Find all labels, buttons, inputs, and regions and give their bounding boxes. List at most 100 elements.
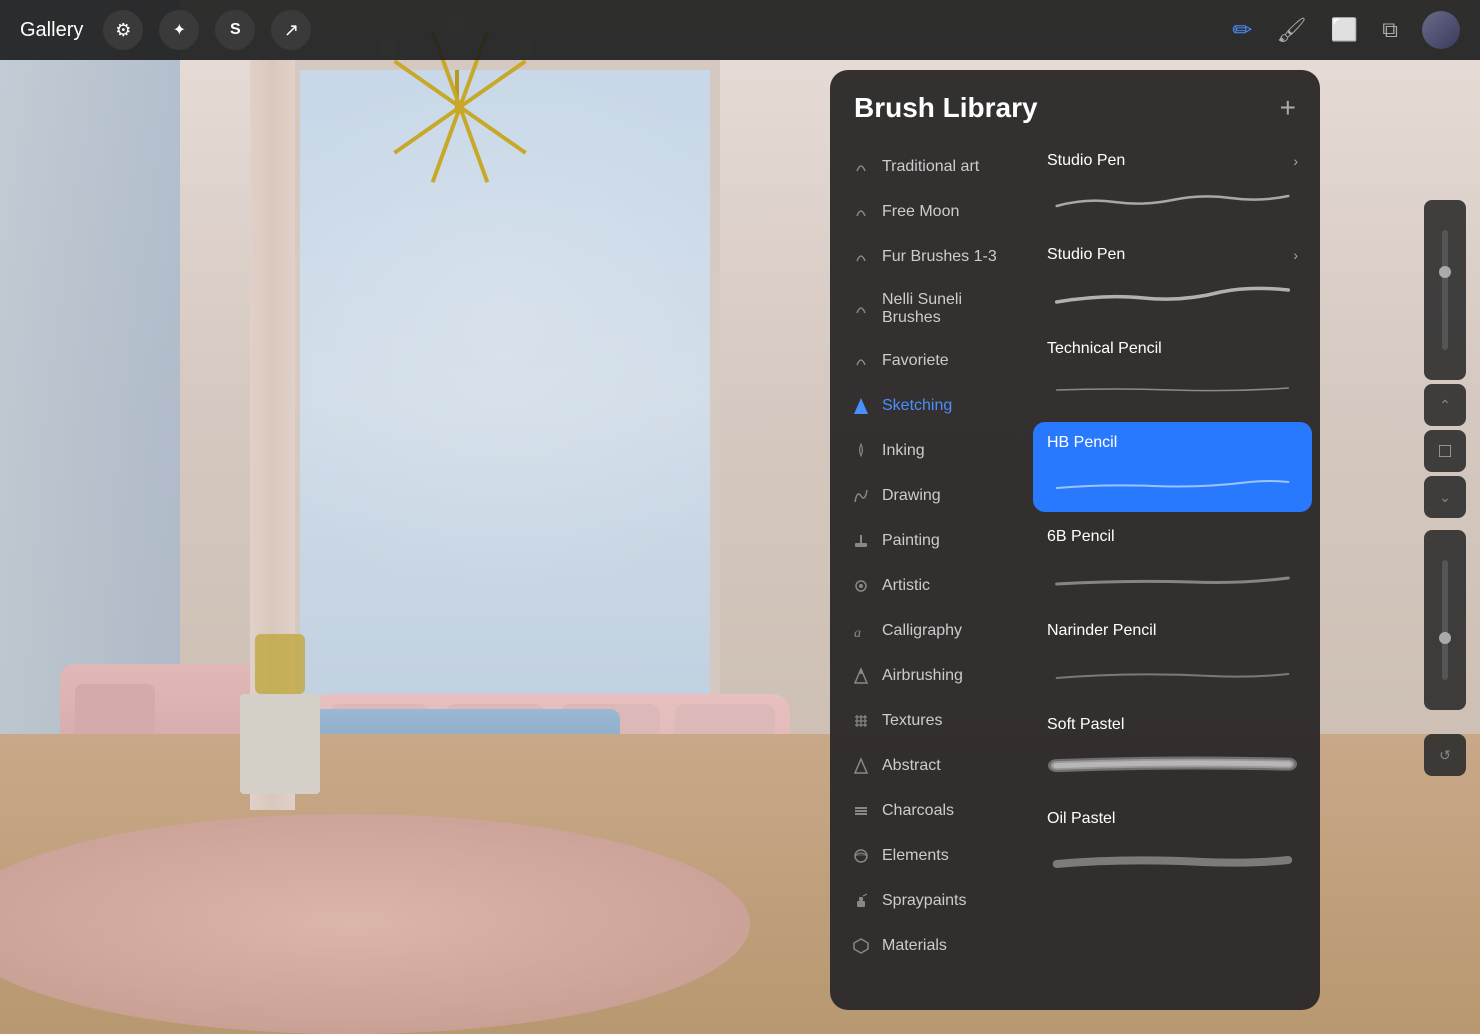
brush-chevron-2: › [1293,247,1298,263]
category-fur-brushes[interactable]: Fur Brushes 1-3 [836,235,1019,279]
category-artistic[interactable]: Artistic [836,564,1019,608]
right-tools: ✏ 🖌 ⬜ ⧉ [1232,11,1460,49]
right-sidebar: ⌃ □ ⌄ ↺ [1420,200,1470,776]
category-airbrushing-label: Airbrushing [882,667,963,685]
wrench-button[interactable]: ⚙ [103,10,143,50]
brush-panel-body: Traditional art Free Moon Fur Brushes 1-… [830,140,1320,1010]
brush-stroke-studio-pen-1 [1047,178,1298,218]
category-free-moon[interactable]: Free Moon [836,190,1019,234]
brush-stroke-soft-pastel [1047,742,1298,782]
topbar: Gallery ⚙ ✦ S ↗ ✏ 🖌 ⬜ ⧉ [0,0,1480,60]
abstract-icon [850,755,872,777]
avatar[interactable] [1422,11,1460,49]
up-arrow-icon: ⌃ [1439,397,1451,414]
brush-name-soft-pastel: Soft Pastel [1047,716,1124,734]
category-free-moon-label: Free Moon [882,203,959,221]
arrow-icon: ↗ [284,20,299,41]
layers-tool-button[interactable]: ⧉ [1382,17,1398,43]
category-spraypaints[interactable]: Spraypaints [836,879,1019,923]
brush-item-oil-pastel[interactable]: Oil Pastel [1033,798,1312,888]
brush-library-panel: Brush Library + Traditional art Free Moo… [830,70,1320,1010]
category-calligraphy[interactable]: a Calligraphy [836,609,1019,653]
category-abstract[interactable]: Abstract [836,744,1019,788]
brush-name-oil-pastel: Oil Pastel [1047,810,1115,828]
brush-stroke-technical-pencil [1047,366,1298,406]
category-fur-brushes-label: Fur Brushes 1-3 [882,248,997,266]
opacity-slider-thumb [1439,632,1451,644]
brush-stroke-oil-pastel [1047,836,1298,876]
category-nelli-suneli-label: Nelli Suneli Brushes [882,291,1005,327]
sidebar-refresh-arrow[interactable]: ↺ [1424,734,1466,776]
down-arrow-icon: ⌄ [1439,489,1451,506]
fur-brushes-icon [850,246,872,268]
sidebar-up-arrow[interactable]: ⌃ [1424,384,1466,426]
airbrushing-icon [850,665,872,687]
brush-item-soft-pastel[interactable]: Soft Pastel [1033,704,1312,794]
brush-name-narinder-pencil: Narinder Pencil [1047,622,1156,640]
category-inking[interactable]: Inking [836,429,1019,473]
brush-name-hb-pencil: HB Pencil [1047,434,1117,452]
brush-item-studio-pen-1[interactable]: Studio Pen › [1033,140,1312,230]
sketch-icon: S [230,21,241,39]
sketch-button[interactable]: S [215,10,255,50]
arrow-button[interactable]: ↗ [271,10,311,50]
brush-item-narinder-pencil[interactable]: Narinder Pencil [1033,610,1312,700]
category-nelli-suneli[interactable]: Nelli Suneli Brushes [836,280,1019,338]
size-slider[interactable] [1442,230,1448,350]
category-textures[interactable]: Textures [836,699,1019,743]
inking-icon [850,440,872,462]
brush-stroke-narinder-pencil [1047,648,1298,688]
pencil-tool-button[interactable]: ✏ [1232,16,1252,45]
favoriete-icon [850,350,872,372]
add-brush-button[interactable]: + [1280,94,1296,122]
category-drawing[interactable]: Drawing [836,474,1019,518]
traditional-art-icon [850,156,872,178]
drawing-icon [850,485,872,507]
brush-name-6b-pencil: 6B Pencil [1047,528,1115,546]
brush-stroke-6b-pencil [1047,554,1298,594]
eraser-tool-button[interactable]: ⬜ [1331,17,1358,43]
square-tool-button[interactable]: □ [1424,430,1466,472]
artistic-icon [850,575,872,597]
category-traditional-art[interactable]: Traditional art [836,145,1019,189]
brush-item-technical-pencil[interactable]: Technical Pencil [1033,328,1312,418]
category-spraypaints-label: Spraypaints [882,892,967,910]
category-charcoals[interactable]: Charcoals [836,789,1019,833]
category-list: Traditional art Free Moon Fur Brushes 1-… [830,140,1025,1010]
category-materials[interactable]: Materials [836,924,1019,968]
brush-item-hb-pencil[interactable]: HB Pencil [1033,422,1312,512]
brush-item-6b-pencil[interactable]: 6B Pencil [1033,516,1312,606]
brush-item-studio-pen-2[interactable]: Studio Pen › [1033,234,1312,324]
category-elements-label: Elements [882,847,949,865]
brush-list: Studio Pen › Studio Pen › [1025,140,1320,1010]
category-favoriete[interactable]: Favoriete [836,339,1019,383]
magic-icon: ✦ [173,20,186,40]
brush-panel-title: Brush Library [854,92,1038,124]
size-slider-container [1424,200,1466,380]
category-traditional-art-label: Traditional art [882,158,979,176]
painting-icon [850,530,872,552]
brush-chevron-1: › [1293,153,1298,169]
sketching-icon [850,395,872,417]
brush-tool-button[interactable]: 🖌 [1276,16,1306,45]
sidebar-down-arrow[interactable]: ⌄ [1424,476,1466,518]
category-artistic-label: Artistic [882,577,930,595]
opacity-slider[interactable] [1442,560,1448,680]
category-airbrushing[interactable]: Airbrushing [836,654,1019,698]
magic-button[interactable]: ✦ [159,10,199,50]
spraypaints-icon [850,890,872,912]
left-tools: ⚙ ✦ S ↗ [103,10,311,50]
category-charcoals-label: Charcoals [882,802,954,820]
free-moon-icon [850,201,872,223]
category-calligraphy-label: Calligraphy [882,622,962,640]
category-painting-label: Painting [882,532,940,550]
svg-text:a: a [854,626,861,640]
category-painting[interactable]: Painting [836,519,1019,563]
category-textures-label: Textures [882,712,942,730]
brush-stroke-studio-pen-2 [1047,272,1298,312]
category-sketching[interactable]: Sketching [836,384,1019,428]
materials-icon [850,935,872,957]
brush-name-studio-pen-1: Studio Pen [1047,152,1125,170]
category-elements[interactable]: Elements [836,834,1019,878]
gallery-button[interactable]: Gallery [20,19,83,42]
